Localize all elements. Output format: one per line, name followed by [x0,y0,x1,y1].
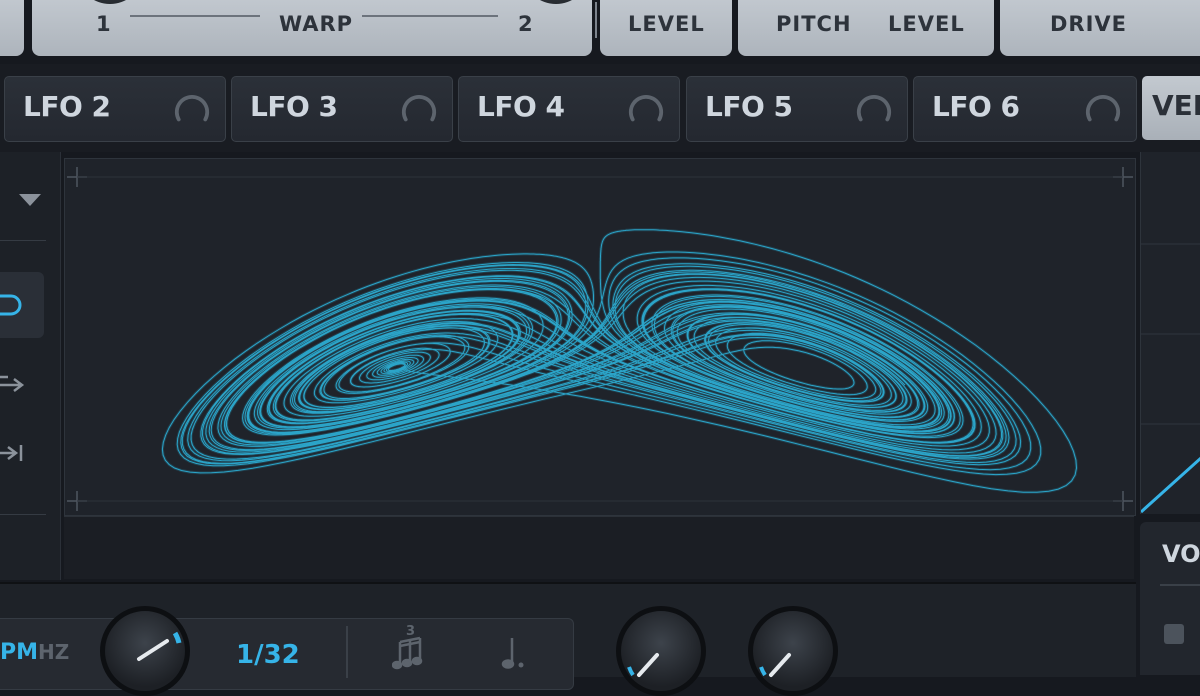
hz-mode-button[interactable]: HZ [38,640,69,664]
voice-panel-divider [1160,584,1200,586]
warp-1-knob[interactable] [80,0,140,4]
tab-lfo-6-label: LFO 6 [932,90,1020,123]
smooth-knob-indicator [759,653,791,677]
bpm-mode-button[interactable]: PM [0,640,38,665]
tab-lfo-4-label: LFO 4 [477,90,565,123]
warp-line-right [362,15,498,17]
arc-ring-icon [1085,94,1121,122]
arc-ring-icon [401,94,437,122]
rate-divider [346,626,348,678]
loop-mode-button[interactable] [0,272,44,338]
arc-ring-icon [628,94,664,122]
pitch-label: PITCH [776,12,852,36]
arc-ring-icon [174,94,210,122]
lfo-display[interactable] [64,158,1136,516]
display-footer [64,516,1134,579]
tab-lfo-6[interactable]: LFO 6 [913,76,1137,142]
left-separator [0,240,46,241]
top-divider [595,2,597,38]
level-1-label: LEVEL [628,12,705,36]
warp-2-label: 2 [518,12,534,36]
warp-label: WARP [279,12,354,36]
left-separator-bottom [0,514,46,515]
retrigger-arrow-icon[interactable] [0,374,28,396]
warp-panel: 1 WARP 2 [32,0,592,56]
warp-2-knob[interactable] [526,0,586,4]
triplet-notes-icon[interactable] [392,636,432,670]
lfo-options-strip [0,152,61,580]
tab-lfo-5-label: LFO 5 [705,90,793,123]
loop-icon [0,294,22,316]
voice-panel-label: VOI [1162,540,1200,568]
drive-label: DRIVE [1050,12,1128,36]
smooth-knob[interactable] [748,606,838,696]
tab-lfo-4[interactable]: LFO 4 [458,76,680,142]
rate-knob[interactable] [100,606,190,696]
velocity-curve [1141,243,1200,514]
arc-ring-icon [856,94,892,122]
drive-panel: DRIVE [1000,0,1200,56]
modulation-tab-bar: LFO 2 LFO 3 LFO 4 LFO 5 LFO 6 VEL [0,64,1200,152]
tab-lfo-3[interactable]: LFO 3 [231,76,453,142]
warp-1-label: 1 [96,12,112,36]
level-panel: LEVEL [600,0,732,56]
left-edge-panel [0,0,24,56]
depth-knob-indicator [627,653,659,677]
voice-checkbox[interactable] [1164,624,1184,644]
tab-lfo-5[interactable]: LFO 5 [686,76,908,142]
tab-lfo-2-label: LFO 2 [23,90,111,123]
dotted-note-icon[interactable] [500,634,530,670]
warp-line-left [130,15,260,17]
tab-lfo-3-label: LFO 3 [250,90,338,123]
rate-value[interactable]: 1/32 [236,640,300,670]
depth-knob[interactable] [616,606,706,696]
tab-lfo-2[interactable]: LFO 2 [4,76,226,142]
pitch-level-panel: PITCH LEVEL [738,0,994,56]
skip-to-end-icon[interactable] [0,442,28,464]
tab-velocity[interactable]: VEL [1142,76,1200,140]
lorenz-attractor-path [160,228,1079,494]
level-2-label: LEVEL [888,12,965,36]
tab-velocity-label: VEL [1152,89,1200,122]
velocity-preview [1140,152,1200,514]
dropdown-arrow-icon[interactable] [18,192,42,208]
voice-panel: VOI [1140,522,1200,675]
attractor-canvas [67,167,1133,511]
rate-knob-indicator [137,631,182,661]
